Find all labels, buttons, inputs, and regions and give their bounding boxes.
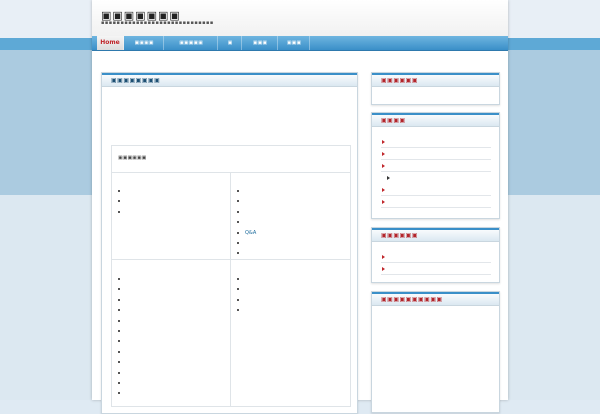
list-item[interactable] (112, 326, 230, 336)
sidebar-box-4-title: ▣▣▣▣▣▣▣▣▣▣ (381, 296, 443, 303)
list-item[interactable] (112, 274, 230, 284)
sidebar-box-3-header: ▣▣▣▣▣▣ (372, 228, 499, 242)
list-item[interactable] (112, 284, 230, 294)
sidebar-link[interactable] (381, 263, 491, 275)
list-item-qa-link[interactable]: Q&A (231, 228, 349, 238)
list-item[interactable] (112, 295, 230, 305)
list-item[interactable] (231, 207, 349, 217)
list-item[interactable] (112, 336, 230, 346)
cell-list-3 (112, 274, 230, 399)
sidebar-box-1: ▣▣▣▣▣▣ (371, 72, 500, 105)
page-container: ▣▣▣▣▣▣▣ ▪▪▪▪▪▪▪▪▪▪▪▪▪▪▪▪▪▪▪▪▪▪▪▪▪▪▪▪▪ Ho… (92, 0, 508, 414)
list-item[interactable] (112, 196, 230, 206)
list-item[interactable] (231, 217, 349, 227)
list-item[interactable] (112, 347, 230, 357)
list-item[interactable] (112, 207, 230, 217)
sidebar-link[interactable] (381, 148, 491, 160)
sidebar-box-2: ▣▣▣▣ (371, 112, 500, 219)
sidebar-link[interactable] (381, 196, 491, 208)
list-item[interactable] (231, 274, 349, 284)
list-item[interactable] (231, 186, 349, 196)
list-item[interactable] (112, 378, 230, 388)
cell-list-4 (231, 274, 349, 316)
sidebar-link[interactable] (381, 251, 491, 263)
sidebar-link[interactable] (381, 184, 491, 196)
sidebar-box-3: ▣▣▣▣▣▣ (371, 227, 500, 283)
nav-item-3[interactable]: ▣▣▣▣▣ (165, 36, 218, 50)
list-item[interactable] (231, 305, 349, 315)
cell-list-2: Q&A (231, 186, 349, 259)
sidebar-box-4: ▣▣▣▣▣▣▣▣▣▣ (371, 291, 500, 413)
table-divider-horizontal (112, 259, 350, 260)
main-box-title: ▣▣▣▣▣▣▣▣ (111, 77, 161, 84)
list-item[interactable] (112, 316, 230, 326)
nav-item-home[interactable]: Home (97, 36, 124, 50)
sidebar-box-2-list (381, 136, 491, 208)
sidebar-box-3-list (381, 251, 491, 275)
nav-item-6[interactable]: ▣▣▣ (279, 36, 310, 50)
table-header-label: ▣▣▣▣▣▣ (118, 155, 147, 161)
content-table: ▣▣▣▣▣▣ Q&A (111, 145, 351, 407)
list-item[interactable] (112, 368, 230, 378)
nav-item-4[interactable]: ▣ (219, 36, 242, 50)
list-item[interactable] (231, 295, 349, 305)
list-item[interactable] (231, 196, 349, 206)
sidebar-box-3-title: ▣▣▣▣▣▣ (381, 232, 419, 239)
nav-item-2[interactable]: ▣▣▣▣ (125, 36, 164, 50)
nav-item-5[interactable]: ▣▣▣ (243, 36, 278, 50)
list-item[interactable] (231, 238, 349, 248)
sidebar-box-1-header: ▣▣▣▣▣▣ (372, 73, 499, 87)
sidebar-box-2-header: ▣▣▣▣ (372, 113, 499, 127)
main-box-header: ▣▣▣▣▣▣▣▣ (102, 73, 357, 87)
sidebar-sublink[interactable] (381, 172, 491, 184)
cell-list-1 (112, 186, 230, 217)
list-item[interactable] (231, 248, 349, 258)
list-item[interactable] (112, 357, 230, 367)
sidebar-link[interactable] (381, 160, 491, 172)
main-content-box: ▣▣▣▣▣▣▣▣ ▣▣▣▣▣▣ Q&A (101, 72, 358, 414)
list-item[interactable] (231, 284, 349, 294)
site-tagline: ▪▪▪▪▪▪▪▪▪▪▪▪▪▪▪▪▪▪▪▪▪▪▪▪▪▪▪▪▪ (101, 20, 214, 26)
sidebar-box-4-header: ▣▣▣▣▣▣▣▣▣▣ (372, 292, 499, 306)
sidebar-link[interactable] (381, 136, 491, 148)
sidebar-box-1-title: ▣▣▣▣▣▣ (381, 77, 419, 84)
list-item[interactable] (112, 305, 230, 315)
list-item[interactable] (112, 388, 230, 398)
site-header: ▣▣▣▣▣▣▣ ▪▪▪▪▪▪▪▪▪▪▪▪▪▪▪▪▪▪▪▪▪▪▪▪▪▪▪▪▪ (92, 0, 508, 37)
sidebar-box-2-title: ▣▣▣▣ (381, 117, 406, 124)
list-item[interactable] (112, 186, 230, 196)
table-header: ▣▣▣▣▣▣ (112, 146, 350, 173)
main-navigation: Home ▣▣▣▣ ▣▣▣▣▣ ▣ ▣▣▣ ▣▣▣ (92, 36, 508, 51)
